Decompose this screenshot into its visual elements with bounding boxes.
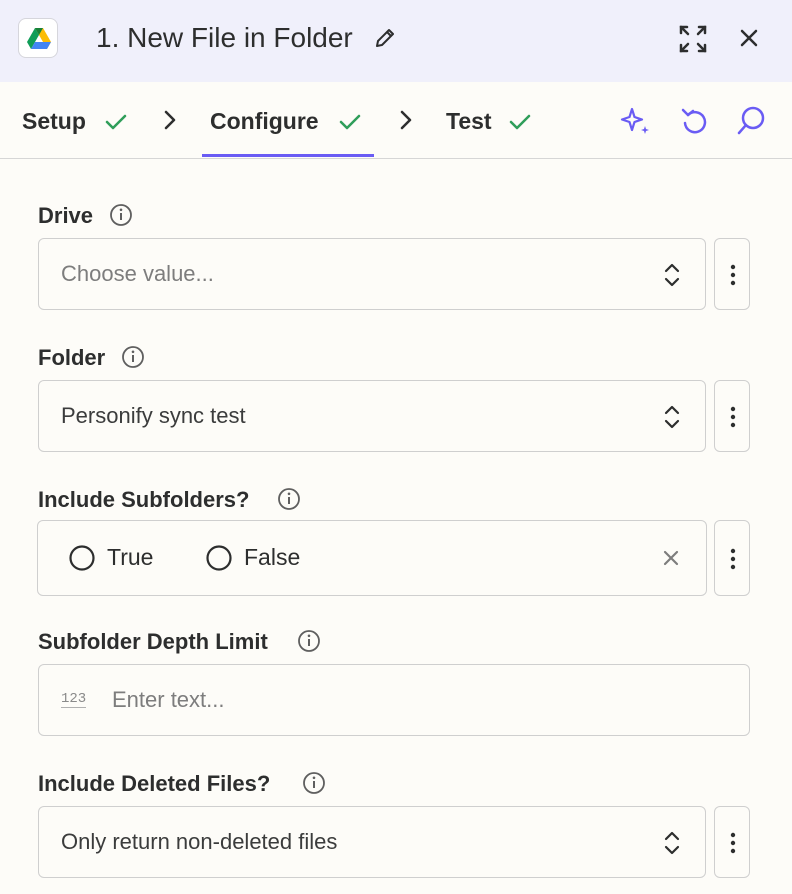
check-icon (339, 114, 361, 130)
include-subfolders-radio-group: True False (37, 520, 707, 596)
radio-false[interactable] (205, 544, 233, 572)
select-updown-icon (664, 831, 680, 855)
drive-more-button[interactable] (714, 238, 750, 310)
info-icon[interactable] (109, 203, 133, 227)
folder-select-value: Personify sync test (61, 403, 246, 428)
chevron-right-icon (164, 110, 176, 130)
clear-icon[interactable] (662, 549, 680, 567)
active-tab-indicator (202, 154, 374, 157)
include-deleted-more-button[interactable] (714, 806, 750, 878)
tab-configure[interactable]: Configure (210, 106, 370, 136)
expand-icon[interactable] (678, 24, 708, 54)
step-tabs: Setup Configure Test (0, 82, 792, 159)
more-vertical-icon (730, 548, 736, 570)
depth-limit-label: Subfolder Depth Limit (38, 629, 268, 654)
include-subfolders-more-button[interactable] (714, 520, 750, 596)
check-icon (105, 114, 127, 130)
folder-select[interactable]: Personify sync test (38, 380, 706, 452)
depth-limit-input[interactable]: 123 Enter text... (38, 664, 750, 736)
tab-setup[interactable]: Setup (22, 106, 132, 136)
radio-true-label[interactable]: True (107, 543, 153, 571)
info-icon[interactable] (302, 771, 326, 795)
select-updown-icon (664, 263, 680, 287)
more-vertical-icon (730, 264, 736, 286)
tab-configure-label: Configure (210, 108, 319, 134)
pencil-icon[interactable] (373, 26, 397, 50)
include-subfolders-label: Include Subfolders? (38, 487, 250, 512)
undo-icon[interactable] (680, 106, 708, 136)
folder-more-button[interactable] (714, 380, 750, 452)
include-deleted-value: Only return non-deleted files (61, 829, 338, 854)
info-icon[interactable] (297, 629, 321, 653)
close-icon[interactable] (739, 28, 759, 48)
select-updown-icon (664, 405, 680, 429)
info-icon[interactable] (277, 487, 301, 511)
info-icon[interactable] (121, 345, 145, 369)
more-vertical-icon (730, 832, 736, 854)
radio-false-label[interactable]: False (244, 543, 300, 571)
drive-select[interactable]: Choose value... (38, 238, 706, 310)
tab-setup-label: Setup (22, 108, 86, 134)
step-header: 1. New File in Folder (0, 0, 792, 82)
tab-test[interactable]: Test (446, 106, 546, 136)
check-icon (509, 114, 531, 130)
sparkle-icon[interactable] (620, 106, 652, 136)
folder-label: Folder (38, 345, 106, 370)
drive-select-placeholder: Choose value... (61, 261, 214, 286)
google-drive-icon (18, 18, 58, 58)
drive-label: Drive (38, 203, 94, 228)
more-vertical-icon (730, 406, 736, 428)
comment-search-icon[interactable] (736, 106, 766, 136)
number-type-icon: 123 (61, 691, 87, 708)
depth-limit-placeholder: Enter text... (112, 687, 225, 712)
chevron-right-icon (400, 110, 412, 130)
tab-test-label: Test (446, 108, 492, 134)
step-title: 1. New File in Folder (96, 22, 353, 53)
include-deleted-label: Include Deleted Files? (38, 771, 271, 796)
radio-true[interactable] (68, 544, 96, 572)
include-deleted-select[interactable]: Only return non-deleted files (38, 806, 706, 878)
